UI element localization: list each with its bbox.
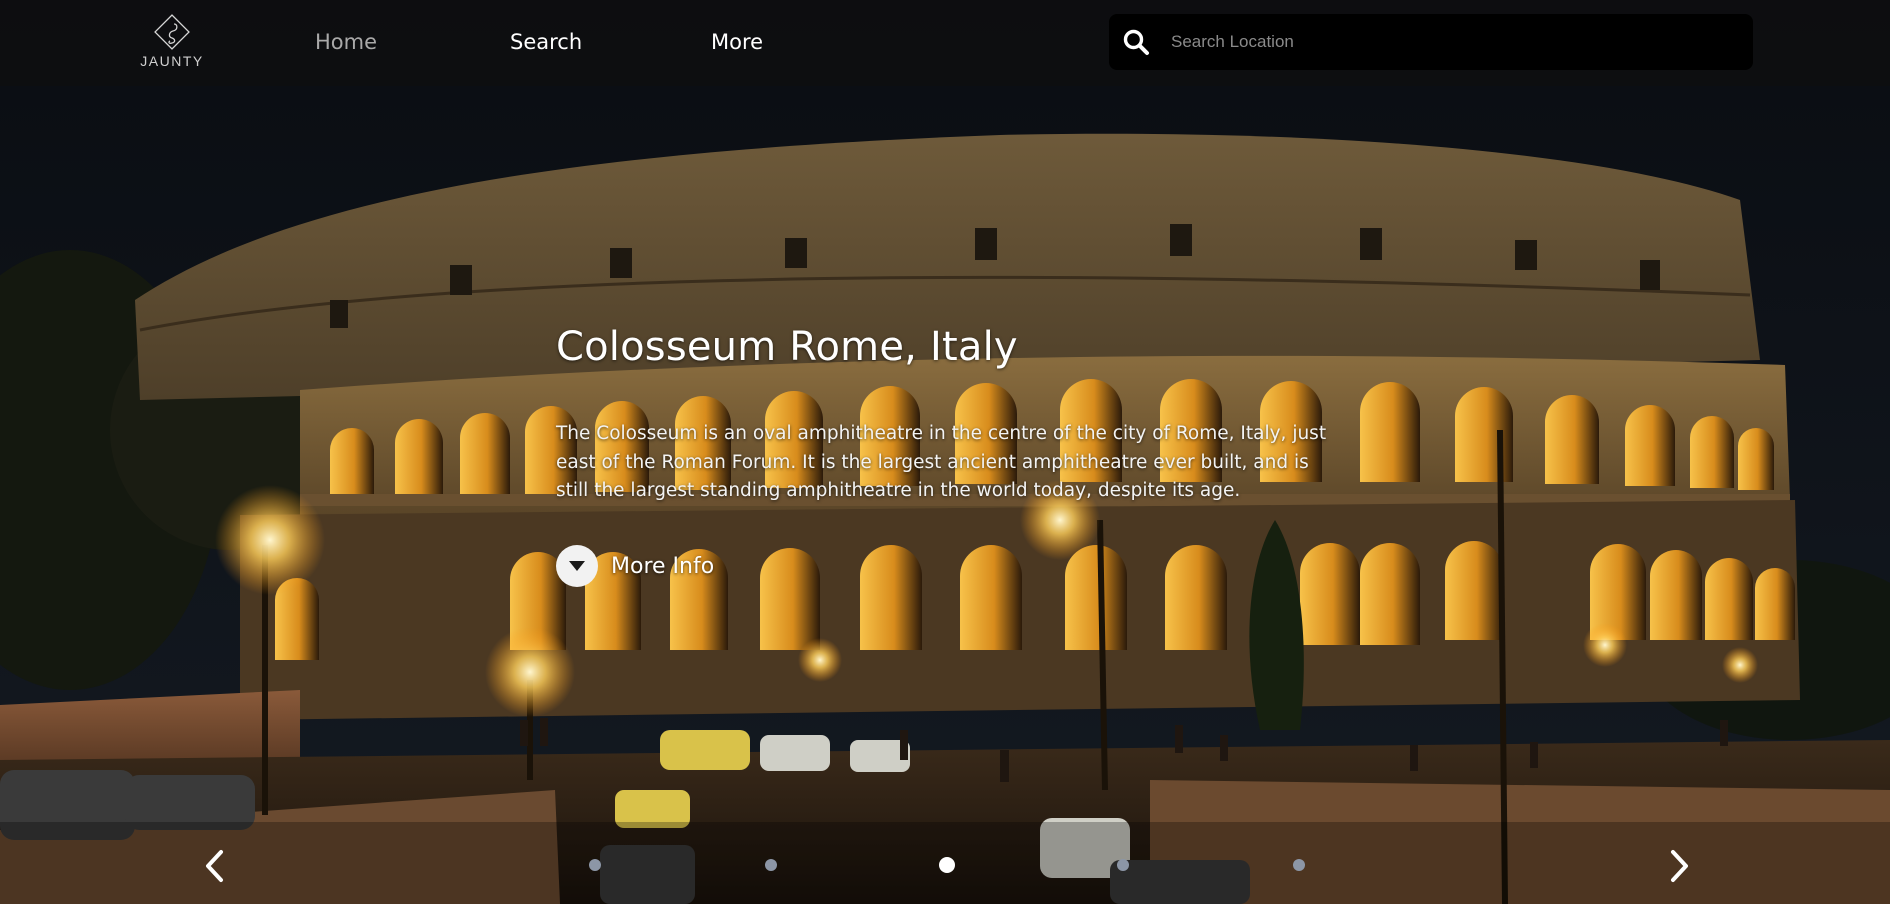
search-icon[interactable] <box>1122 28 1150 56</box>
more-info-label: More Info <box>611 553 715 579</box>
hero-title: Colosseum Rome, Italy <box>556 324 1018 370</box>
nav-more-link[interactable]: More <box>711 30 763 54</box>
carousel-dot-4[interactable] <box>1117 859 1129 871</box>
more-info-button[interactable]: More Info <box>556 545 714 587</box>
chevron-down-icon <box>569 561 585 571</box>
brand-name: JAUNTY <box>140 53 204 69</box>
brand-logo[interactable]: JAUNTY <box>140 12 204 74</box>
hero-description: The Colosseum is an oval amphitheatre in… <box>556 423 1327 501</box>
top-navbar: JAUNTY Home Search More <box>0 0 1890 86</box>
carousel-dot-1[interactable] <box>589 859 601 871</box>
nav-search-link[interactable]: Search <box>510 30 582 54</box>
location-search-box <box>1109 14 1753 70</box>
nav-home-link[interactable]: Home <box>315 30 377 54</box>
carousel-dot-5[interactable] <box>1293 859 1305 871</box>
jaunty-diamond-logo-icon <box>154 14 190 50</box>
chevron-left-icon[interactable] <box>200 848 230 884</box>
carousel-dot-2[interactable] <box>765 859 777 871</box>
more-info-circle <box>556 545 598 587</box>
chevron-right-icon[interactable] <box>1664 848 1694 884</box>
carousel-dot-3[interactable] <box>939 857 955 873</box>
search-location-input[interactable] <box>1171 24 1731 60</box>
